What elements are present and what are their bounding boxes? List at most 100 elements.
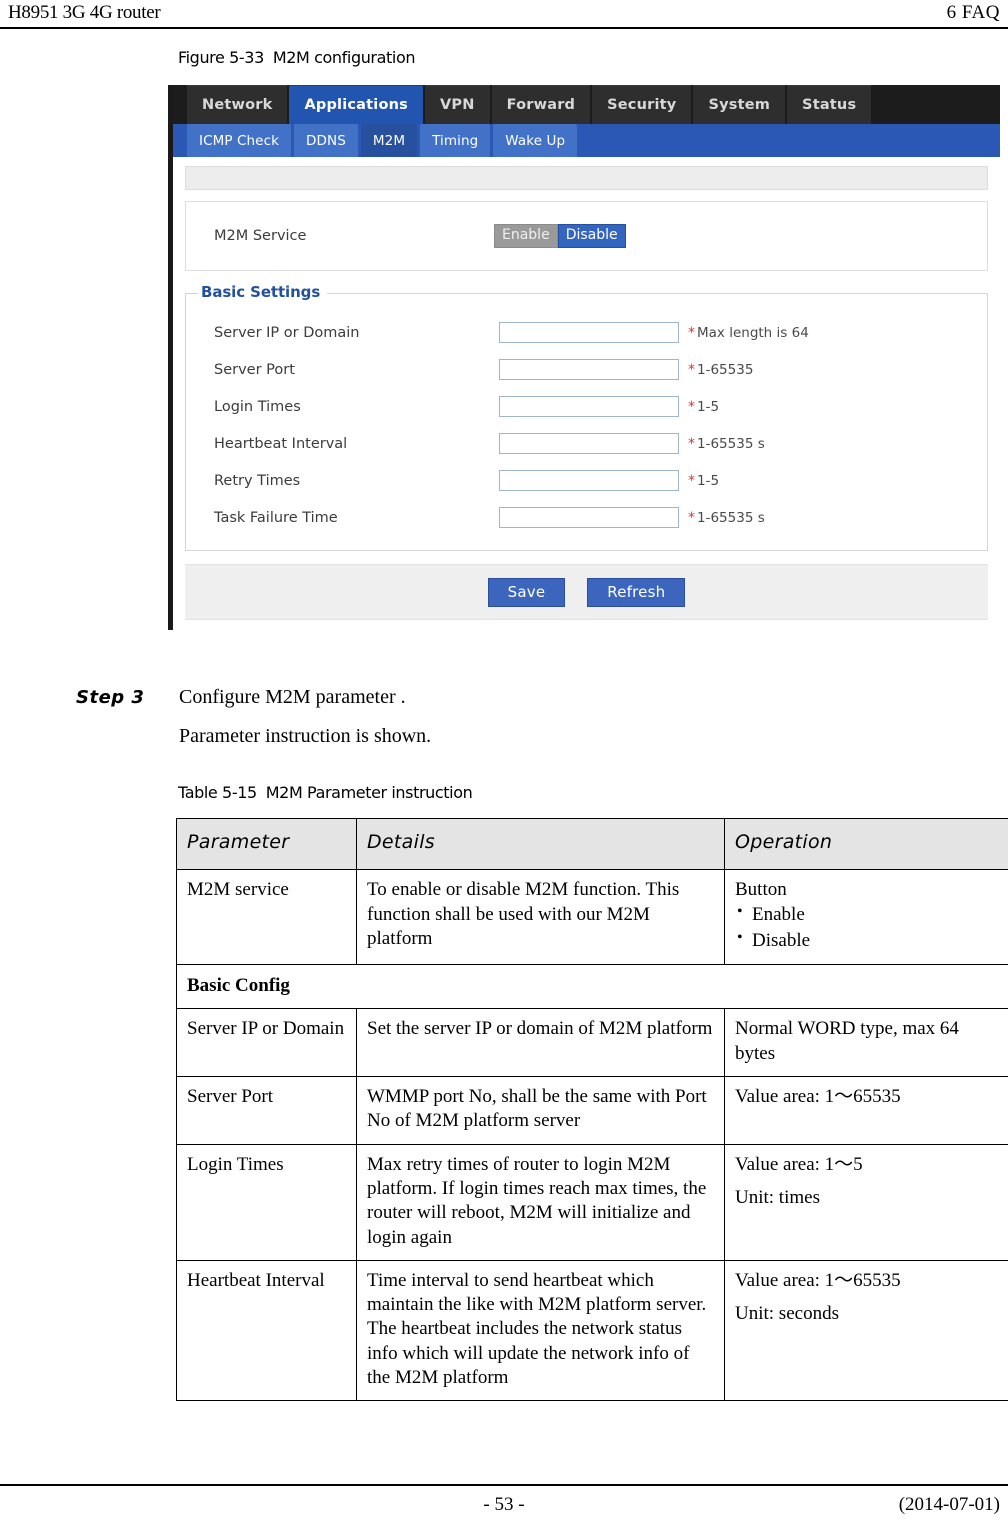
table-row: Server IP or Domain Set the server IP or… [176, 1008, 1008, 1077]
hint-text-login-times: 1-5 [697, 398, 720, 415]
column-header-operation: Operation [724, 817, 1008, 871]
subtab-ddns-label: DDNS [306, 132, 346, 149]
tab-forward[interactable]: Forward [491, 85, 591, 124]
input-retry-times[interactable] [499, 470, 679, 491]
label-retry-times: Retry Times [214, 472, 301, 489]
hint-task-failure-time: * 1-65535 s [688, 510, 765, 526]
input-heartbeat-interval[interactable] [499, 433, 679, 454]
subtab-icmp-check-label: ICMP Check [199, 132, 280, 149]
router-ui-screenshot: Network Applications VPN Forward Securit… [168, 85, 1000, 630]
input-task-failure-time[interactable] [499, 507, 679, 528]
hint-server-ip-or-domain: * Max length is 64 [688, 325, 809, 341]
tab-vpn-label: VPN [439, 97, 475, 113]
hint-heartbeat-interval: * 1-65535 s [688, 436, 765, 452]
label-server-port: Server Port [214, 361, 295, 378]
form-row-server-ip-or-domain: Server IP or Domain * Max length is 64 [186, 314, 987, 351]
table-caption-text: M2M Parameter instruction [265, 783, 473, 802]
subtab-timing-label: Timing [432, 132, 479, 149]
label-task-failure-time: Task Failure Time [214, 509, 338, 526]
footer-date: (2014-07-01) [898, 1494, 1000, 1515]
subtab-timing[interactable]: Timing [420, 124, 491, 157]
m2m-service-panel: M2M Service Enable Disable [185, 201, 988, 271]
tab-security[interactable]: Security [592, 85, 692, 124]
cell-parameter: Server Port [176, 1075, 357, 1145]
input-login-times[interactable] [499, 396, 679, 417]
figure-caption-text: M2M configuration [272, 48, 416, 67]
label-server-ip-or-domain: Server IP or Domain [214, 324, 360, 341]
hint-text-task-failure-time: 1-65535 s [697, 509, 765, 526]
operation-heading: Button [735, 879, 787, 901]
section-title-basic-config: Basic Config [176, 963, 1008, 1010]
form-row-login-times: Login Times * 1-5 [186, 388, 987, 425]
hint-server-port: * 1-65535 [688, 362, 753, 378]
column-header-parameter: Parameter [176, 817, 357, 871]
hint-login-times: * 1-5 [688, 399, 719, 415]
input-server-ip-or-domain[interactable] [499, 322, 679, 343]
refresh-button[interactable]: Refresh [587, 577, 686, 607]
subtab-icmp-check[interactable]: ICMP Check [187, 124, 292, 157]
cell-operation: Value area: 1～65535 Unit: seconds [724, 1259, 1008, 1402]
cell-operation: Normal WORD type, max 64 bytes [724, 1008, 1008, 1077]
header-divider-rule [0, 27, 1008, 29]
tab-system-label: System [708, 97, 771, 113]
operation-value-area: Value area: 1～65535 [735, 1269, 901, 1291]
tab-vpn[interactable]: VPN [424, 85, 490, 124]
page-footer: - 53 - (2014-07-01) [0, 1494, 1008, 1524]
footer-divider-rule [0, 1484, 1008, 1486]
tab-system[interactable]: System [693, 85, 786, 124]
cell-parameter: Server IP or Domain [176, 1008, 357, 1077]
m2m-service-toggle-group: Enable Disable [494, 224, 626, 248]
cell-operation: Value area: 1～65535 [724, 1075, 1008, 1145]
page-running-header: H8951 3G 4G router 6 FAQ [0, 0, 1008, 28]
tab-network[interactable]: Network [187, 85, 288, 124]
subtab-m2m[interactable]: M2M [360, 124, 418, 157]
cell-parameter: Heartbeat Interval [176, 1259, 357, 1402]
hint-text-heartbeat-interval: 1-65535 s [697, 435, 765, 452]
table-header-row: Parameter Details Operation [176, 817, 1008, 871]
table-caption-number: Table 5-15 [178, 783, 257, 802]
table-row: Login Times Max retry times of router to… [176, 1143, 1008, 1261]
m2m-enable-button[interactable]: Enable [494, 224, 558, 248]
table-section-row: Basic Config [176, 963, 1008, 1010]
basic-settings-legend: Basic Settings [198, 283, 328, 301]
operation-option-enable: Enable [735, 902, 998, 928]
hint-text-server-port: 1-65535 [697, 361, 754, 378]
tab-applications[interactable]: Applications [289, 85, 423, 124]
subtab-m2m-label: M2M [372, 132, 406, 149]
step-3-subtext: Parameter instruction is shown. [179, 725, 432, 747]
table-row: Heartbeat Interval Time interval to send… [176, 1259, 1008, 1402]
cell-parameter: M2M service [176, 869, 357, 965]
operation-option-disable: Disable [735, 928, 998, 954]
cell-details: Set the server IP or domain of M2M platf… [356, 1008, 725, 1077]
subtab-wake-up-label: Wake Up [505, 132, 566, 149]
cell-parameter: Login Times [176, 1143, 357, 1261]
label-heartbeat-interval: Heartbeat Interval [214, 435, 348, 452]
required-asterisk-icon: * [688, 361, 695, 378]
header-chapter-label: 6 FAQ [946, 2, 1000, 23]
subtab-ddns[interactable]: DDNS [294, 124, 358, 157]
main-navigation-bar: Network Applications VPN Forward Securit… [173, 85, 1000, 124]
input-server-port[interactable] [499, 359, 679, 380]
sub-navigation-bar: ICMP Check DDNS M2M Timing Wake Up [173, 124, 1000, 157]
hint-text-retry-times: 1-5 [697, 472, 720, 489]
required-asterisk-icon: * [688, 509, 695, 526]
operation-option-list: Enable Disable [735, 902, 998, 954]
m2m-disable-button[interactable]: Disable [557, 224, 626, 248]
form-row-task-failure-time: Task Failure Time * 1-65535 s [186, 499, 987, 536]
save-button[interactable]: Save [487, 577, 566, 607]
figure-caption: Figure 5-33 M2M configuration [178, 48, 415, 67]
tab-status-label: Status [802, 97, 857, 113]
step-3-text: Configure M2M parameter . [179, 686, 406, 708]
subtab-wake-up[interactable]: Wake Up [493, 124, 578, 157]
tab-status[interactable]: Status [787, 85, 872, 124]
header-document-title: H8951 3G 4G router [8, 2, 161, 23]
cell-operation: Value area: 1～5 Unit: times [724, 1143, 1008, 1261]
cell-operation: Button Enable Disable [724, 869, 1008, 965]
form-action-bar: Save Refresh [185, 564, 988, 620]
router-page-body: M2M Service Enable Disable Basic Setting… [173, 157, 1000, 630]
basic-settings-fieldset: Basic Settings Server IP or Domain * Max … [185, 283, 988, 551]
cell-details: To enable or disable M2M function. This … [356, 869, 725, 965]
required-asterisk-icon: * [688, 398, 695, 415]
step-3-label: Step 3 [76, 687, 145, 708]
m2m-service-label: M2M Service [214, 228, 307, 244]
